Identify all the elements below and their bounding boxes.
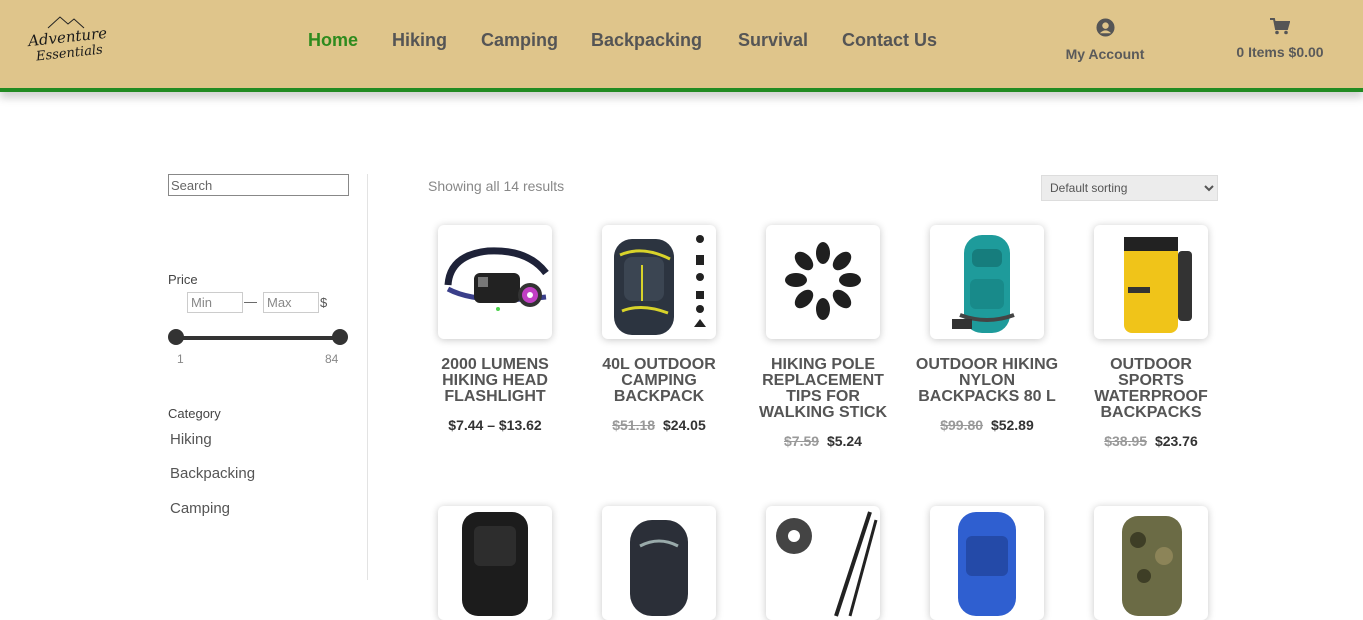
min-price-input[interactable] <box>187 292 243 313</box>
price-max-handle[interactable] <box>332 329 348 345</box>
product-card <box>420 506 570 620</box>
product-price: $51.18 $24.05 <box>584 417 734 433</box>
product-card: 40L OUTDOOR CAMPING BACKPACK $51.18 $24.… <box>584 225 734 433</box>
site-logo[interactable]: Adventure Essentials <box>26 14 108 74</box>
product-old-price: $99.80 <box>940 417 984 433</box>
product-title[interactable]: HIKING POLE REPLACEMENT TIPS FOR WALKING… <box>748 357 898 421</box>
cart-link[interactable]: 0 Items $0.00 <box>1230 18 1330 60</box>
price-min-handle[interactable] <box>168 329 184 345</box>
category-backpacking[interactable]: Backpacking <box>170 465 255 482</box>
product-card: OUTDOOR SPORTS WATERPROOF BACKPACKS $38.… <box>1076 225 1226 449</box>
product-card <box>584 506 734 620</box>
category-hiking[interactable]: Hiking <box>170 431 212 448</box>
price-range-min: 1 <box>177 352 184 366</box>
product-title[interactable]: OUTDOOR HIKING NYLON BACKPACKS 80 L <box>912 357 1062 405</box>
sort-select[interactable]: Default sorting <box>1041 175 1218 201</box>
product-price: $7.44 – $13.62 <box>420 417 570 433</box>
product-card: 2000 LUMENS HIKING HEAD FLASHLIGHT $7.44… <box>420 225 570 433</box>
product-current-price: $23.76 <box>1154 433 1198 449</box>
product-current-price: $5.24 <box>826 433 862 449</box>
cart-summary: 0 Items $0.00 <box>1236 44 1324 60</box>
product-image-pole-baskets[interactable] <box>766 506 880 620</box>
product-card: OUTDOOR HIKING NYLON BACKPACKS 80 L $99.… <box>912 225 1062 433</box>
nav-camping[interactable]: Camping <box>481 30 558 51</box>
product-title[interactable]: OUTDOOR SPORTS WATERPROOF BACKPACKS <box>1076 357 1226 421</box>
product-title[interactable]: 2000 LUMENS HIKING HEAD FLASHLIGHT <box>420 357 570 405</box>
result-count: Showing all 14 results <box>428 178 565 194</box>
product-price: $99.80 $52.89 <box>912 417 1062 433</box>
price-range-max: 84 <box>325 352 339 366</box>
product-image-backpack-teal[interactable] <box>930 225 1044 339</box>
category-filter-title: Category <box>168 406 221 421</box>
my-account-label: My Account <box>1065 46 1145 62</box>
nav-backpacking[interactable]: Backpacking <box>591 30 702 51</box>
product-price: $7.59 $5.24 <box>748 433 898 449</box>
shopping-cart-icon <box>1270 18 1291 35</box>
product-old-price: $38.95 <box>1104 433 1148 449</box>
product-price: $38.95 $23.76 <box>1076 433 1226 449</box>
category-camping[interactable]: Camping <box>170 500 230 517</box>
product-current-price: $7.44 – $13.62 <box>448 417 542 433</box>
product-card <box>748 506 898 620</box>
product-card: HIKING POLE REPLACEMENT TIPS FOR WALKING… <box>748 225 898 449</box>
nav-survival[interactable]: Survival <box>738 30 808 51</box>
product-current-price: $24.05 <box>662 417 706 433</box>
search-input[interactable] <box>168 174 349 196</box>
price-range-track[interactable] <box>176 336 340 340</box>
currency-symbol: $ <box>320 295 328 310</box>
nav-contact-us[interactable]: Contact Us <box>842 30 937 51</box>
sidebar-divider <box>367 174 368 580</box>
product-image-backpack-grey[interactable] <box>602 506 716 620</box>
max-price-input[interactable] <box>263 292 319 313</box>
nav-hiking[interactable]: Hiking <box>392 30 447 51</box>
product-card <box>1076 506 1226 620</box>
price-dash: — <box>244 294 257 309</box>
product-old-price: $7.59 <box>784 433 820 449</box>
user-circle-icon <box>1095 18 1115 37</box>
product-image-backpack-dark[interactable] <box>602 225 716 339</box>
product-card <box>912 506 1062 620</box>
site-header: Adventure Essentials Home Hiking Camping… <box>0 0 1363 92</box>
product-image-headlamp[interactable] <box>438 225 552 339</box>
product-old-price: $51.18 <box>612 417 656 433</box>
product-image-backpack-black[interactable] <box>438 506 552 620</box>
price-filter-title: Price <box>168 272 198 287</box>
nav-home[interactable]: Home <box>308 30 358 51</box>
product-current-price: $52.89 <box>990 417 1034 433</box>
my-account-link[interactable]: My Account <box>1060 18 1150 62</box>
product-image-drybag-yellow[interactable] <box>1094 225 1208 339</box>
product-title[interactable]: 40L OUTDOOR CAMPING BACKPACK <box>584 357 734 405</box>
product-image-pole-tips[interactable] <box>766 225 880 339</box>
product-image-backpack-blue[interactable] <box>930 506 1044 620</box>
product-image-backpack-camo[interactable] <box>1094 506 1208 620</box>
